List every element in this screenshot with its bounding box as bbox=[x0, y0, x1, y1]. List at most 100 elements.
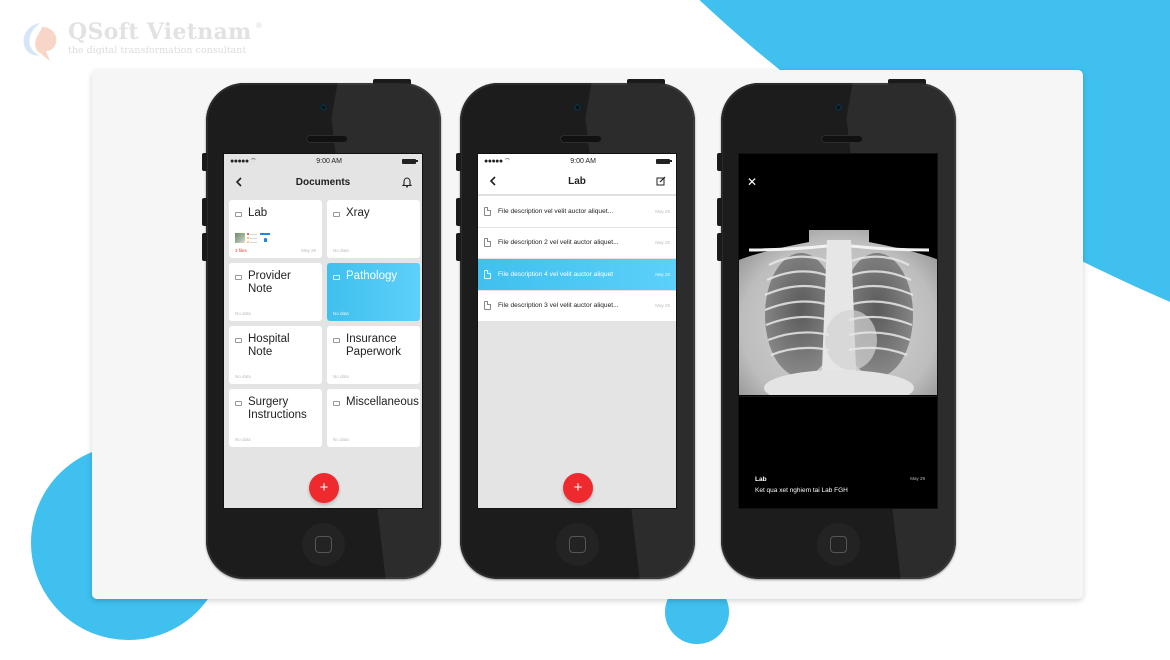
phone-viewer: ✕ Lab Ket qua xet nghiem tai Lab FGH May… bbox=[717, 79, 956, 579]
file-icon bbox=[484, 269, 491, 279]
earpiece-speaker bbox=[821, 135, 863, 143]
caption-title: Lab bbox=[755, 476, 767, 483]
image-caption: Lab Ket qua xet nghiem tai Lab FGH May 2… bbox=[755, 476, 925, 494]
folder-meta: No data bbox=[333, 311, 349, 316]
edit-icon[interactable] bbox=[654, 174, 668, 188]
add-document-button[interactable]: + bbox=[309, 473, 339, 503]
front-camera bbox=[320, 104, 327, 111]
xray-image[interactable] bbox=[739, 220, 937, 395]
file-count: 3 files bbox=[235, 248, 247, 253]
showcase-canvas: QSoft Vietnam ® the digital transformati… bbox=[0, 0, 1170, 660]
folder-date: May 29 bbox=[301, 248, 316, 253]
folder-meta: No data bbox=[235, 374, 251, 379]
nav-bar: Lab bbox=[478, 168, 676, 196]
folder-icon bbox=[235, 275, 242, 280]
status-bar: ●●●●● ⌔ 9:00 AM bbox=[478, 154, 676, 168]
file-description: File description 2 vel velit auctor aliq… bbox=[498, 239, 619, 247]
page-title: Lab bbox=[568, 175, 586, 187]
folder-tile-provider-note[interactable]: Provider Note No data bbox=[229, 263, 322, 321]
folder-tile-miscellaneous[interactable]: Miscellaneous No data bbox=[327, 389, 420, 447]
folder-icon bbox=[235, 338, 242, 343]
folder-grid: Lab 3 files May 29 Xray No data Provider… bbox=[224, 196, 422, 447]
folder-icon bbox=[333, 275, 340, 280]
viewer-screen: ✕ Lab Ket qua xet nghiem tai Lab FGH May… bbox=[738, 153, 938, 509]
caption-date: May 29 bbox=[910, 476, 925, 481]
file-row[interactable]: File description 2 vel velit auctor aliq… bbox=[478, 227, 676, 259]
folder-meta: No data bbox=[333, 248, 349, 253]
file-description: File description 4 vel velit auctor aliq… bbox=[498, 270, 614, 278]
folder-meta: No data bbox=[235, 437, 251, 442]
folder-tile-insurance-paperwork[interactable]: Insurance Paperwork No data bbox=[327, 326, 420, 384]
front-camera bbox=[574, 104, 581, 111]
home-button[interactable] bbox=[817, 523, 860, 566]
home-button[interactable] bbox=[302, 523, 345, 566]
file-description: File description 3 vel velit auctor aliq… bbox=[498, 302, 619, 310]
document-thumbnail bbox=[247, 233, 258, 243]
bell-icon[interactable] bbox=[400, 175, 414, 189]
file-date: May 25 bbox=[655, 240, 670, 246]
folder-icon bbox=[333, 338, 340, 343]
home-button[interactable] bbox=[556, 523, 599, 566]
folder-tile-xray[interactable]: Xray No data bbox=[327, 200, 420, 258]
folder-name: Surgery Instructions bbox=[248, 396, 307, 421]
signal-icon: ●●●●● ⌔ bbox=[484, 157, 511, 165]
nav-bar: Documents bbox=[224, 168, 422, 196]
file-thumbnails bbox=[235, 233, 270, 243]
folder-name: Provider Note bbox=[248, 270, 291, 295]
folder-tile-hospital-note[interactable]: Hospital Note No data bbox=[229, 326, 322, 384]
file-date: May 25 bbox=[655, 303, 670, 309]
add-file-button[interactable]: + bbox=[563, 473, 593, 503]
folder-icon bbox=[235, 401, 242, 406]
folder-name: Lab bbox=[248, 207, 268, 219]
brand-tagline: the digital transformation consultant bbox=[68, 45, 247, 56]
file-icon bbox=[484, 301, 491, 311]
folder-name: Insurance Paperwork bbox=[346, 333, 401, 358]
chevron-left-icon[interactable] bbox=[232, 175, 246, 189]
folder-meta: No data bbox=[333, 437, 349, 442]
folder-icon bbox=[235, 212, 242, 217]
folder-name: Pathology bbox=[346, 270, 398, 282]
lab-screen: ●●●●● ⌔ 9:00 AM Lab File description vel… bbox=[477, 153, 677, 509]
brand-name: QSoft Vietnam bbox=[68, 19, 252, 45]
file-description: File description vel velit auctor alique… bbox=[498, 207, 614, 215]
phone-documents: ●●●●● ⌔ 9:00 AM Documents Lab 3 files Ma… bbox=[202, 79, 441, 579]
folder-meta: No data bbox=[235, 311, 251, 316]
front-camera bbox=[835, 104, 842, 111]
file-row[interactable]: File description 3 vel velit auctor aliq… bbox=[478, 290, 676, 322]
registered-mark: ® bbox=[256, 21, 262, 30]
page-title: Documents bbox=[295, 176, 351, 188]
chevron-left-icon[interactable] bbox=[486, 174, 500, 188]
qsoft-logo-icon bbox=[23, 23, 57, 61]
folder-name: Hospital Note bbox=[248, 333, 290, 358]
folder-icon bbox=[333, 401, 340, 406]
file-list: File description vel velit auctor alique… bbox=[478, 196, 676, 322]
file-date: May 29 bbox=[655, 271, 670, 277]
file-icon bbox=[484, 206, 491, 216]
file-date: May 29 bbox=[655, 208, 670, 214]
chest-xray-illustration bbox=[739, 220, 937, 395]
battery-icon bbox=[655, 158, 672, 164]
file-icon bbox=[484, 238, 491, 248]
status-bar: ●●●●● ⌔ 9:00 AM bbox=[224, 154, 422, 168]
earpiece-speaker bbox=[306, 135, 348, 143]
document-thumbnail bbox=[260, 233, 270, 243]
caption-subtitle: Ket qua xet nghiem tai Lab FGH bbox=[755, 487, 848, 494]
folder-tile-surgery-instructions[interactable]: Surgery Instructions No data bbox=[229, 389, 322, 447]
folder-meta: No data bbox=[333, 374, 349, 379]
documents-screen: ●●●●● ⌔ 9:00 AM Documents Lab 3 files Ma… bbox=[223, 153, 423, 509]
divider bbox=[739, 396, 937, 397]
battery-icon bbox=[401, 158, 418, 164]
status-time: 9:00 AM bbox=[316, 157, 342, 165]
close-icon[interactable]: ✕ bbox=[747, 176, 757, 188]
earpiece-speaker bbox=[560, 135, 602, 143]
folder-icon bbox=[333, 212, 340, 217]
image-thumbnail bbox=[235, 233, 245, 243]
brand-logo: QSoft Vietnam ® the digital transformati… bbox=[18, 17, 262, 65]
folder-tile-pathology[interactable]: Pathology No data bbox=[327, 263, 420, 321]
folder-tile-lab[interactable]: Lab 3 files May 29 bbox=[229, 200, 322, 258]
signal-icon: ●●●●● ⌔ bbox=[230, 157, 257, 165]
file-row-selected[interactable]: File description 4 vel velit auctor aliq… bbox=[478, 259, 676, 291]
file-row[interactable]: File description vel velit auctor alique… bbox=[478, 196, 676, 228]
folder-name: Miscellaneous bbox=[346, 396, 419, 408]
status-time: 9:00 AM bbox=[570, 157, 596, 165]
